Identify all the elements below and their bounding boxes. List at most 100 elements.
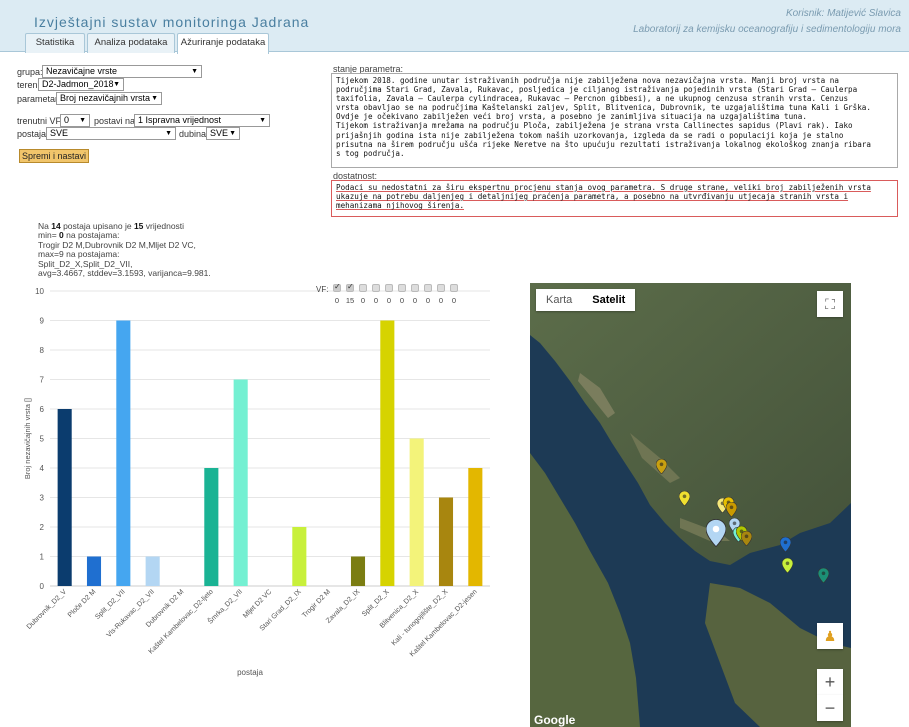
postaja-select[interactable]: SVE ▼ xyxy=(46,127,176,140)
save-button[interactable]: Spremi i nastavi xyxy=(19,149,89,163)
x-tick-label: Mljet D2 VC xyxy=(242,588,273,619)
grupa-select[interactable]: Nezavičajne vrste ▼ xyxy=(42,65,202,78)
vf-count: 0 xyxy=(412,296,418,305)
teren-select[interactable]: D2-Jadmon_2018 ▼ xyxy=(38,78,124,91)
stats-summary: Na 14 postaja upisano je 15 vrijednosti … xyxy=(38,221,211,279)
tab-analiza[interactable]: Analiza podataka xyxy=(87,33,175,53)
dostatnost-textarea[interactable]: Podaci su nedostatni za širu ekspertnu p… xyxy=(331,180,898,217)
vf-count: 0 xyxy=(425,296,431,305)
dostatnost-text-line: Podaci su nedostatni za širu ekspertnu p… xyxy=(336,183,871,192)
postavi-label: postavi na: xyxy=(94,116,138,126)
map-tab-satelit[interactable]: Satelit xyxy=(582,289,635,311)
stats-line-6: avg=3.4667, stddev=3.1593, varijanca=9.9… xyxy=(38,268,211,279)
vf-count: 0 xyxy=(334,296,340,305)
map-marker-icon[interactable] xyxy=(779,536,792,553)
bar-chart: 0 1 2 3 4 5 6 7 8 9 10 Dubrovnik_D2_V Ploče D2 M Spli… xyxy=(10,282,494,689)
chevron-down-icon: ▼ xyxy=(165,130,172,137)
y-tick-label: 0 xyxy=(40,582,45,591)
stanje-text-line: prisutna na širem području ušća rijeke N… xyxy=(336,139,871,149)
google-attribution: Google xyxy=(534,713,576,727)
tab-azuriranje[interactable]: Ažuriranje podataka xyxy=(177,33,269,54)
pegman-icon[interactable]: ♟ xyxy=(817,623,843,649)
stanje-text-line: Ovdje je očekivano zabilježen veći broj … xyxy=(336,112,807,122)
bar xyxy=(145,556,160,586)
stanje-text-line: Tijekom istraživanja mrežama na području… xyxy=(336,121,853,131)
vf-select[interactable]: 0 ▼ xyxy=(60,114,90,127)
teren-label: teren: xyxy=(17,80,41,90)
map-marker-icon[interactable] xyxy=(678,490,691,507)
map-marker-icon[interactable] xyxy=(740,530,753,547)
chevron-down-icon: ▼ xyxy=(229,130,236,137)
bar xyxy=(438,497,454,586)
parametar-value: Broj nezavičajnih vrsta xyxy=(60,93,151,103)
selected-marker-icon[interactable] xyxy=(705,518,727,548)
stanje-textarea[interactable]: Tijekom 2018. godine unutar istraživanih… xyxy=(331,73,898,168)
stanje-text-line: Tijekom 2018. godine unutar istraživanih… xyxy=(336,76,839,85)
vf-checkbox[interactable] xyxy=(398,284,406,292)
chart-svg: 012345678910Dubrovnik_D2_VPloče D2 MSpli… xyxy=(23,287,490,677)
vf-checkbox[interactable] xyxy=(372,284,380,292)
teren-value: D2-Jadmon_2018 xyxy=(42,79,114,89)
bar xyxy=(409,438,424,586)
y-tick-label: 9 xyxy=(40,317,45,326)
vf-label: trenutni VF : xyxy=(17,116,67,126)
vf-checkbox[interactable] xyxy=(385,284,393,292)
map-marker-icon[interactable] xyxy=(725,501,738,518)
x-tick-label: Ploče D2 M xyxy=(67,588,98,619)
map-tab-karta[interactable]: Karta xyxy=(536,289,582,311)
vf-checkbox[interactable] xyxy=(424,284,432,292)
bar xyxy=(468,468,483,586)
vf-checkbox[interactable] xyxy=(450,284,458,292)
stanje-text-line: s tog područja. xyxy=(336,148,405,158)
user-name: Korisnik: Matijević Slavica xyxy=(785,8,901,19)
postavi-select[interactable]: 1 Ispravna vrijednost ▼ xyxy=(134,114,270,127)
bar xyxy=(86,556,102,586)
x-tick-label: Kali - tunogojilište_D2_X xyxy=(391,588,450,647)
chevron-down-icon: ▼ xyxy=(113,81,120,88)
x-axis-title: postaja xyxy=(237,668,263,677)
fullscreen-icon[interactable]: ⛶ xyxy=(817,291,843,317)
vf-checkbox[interactable] xyxy=(411,284,419,292)
bar xyxy=(380,320,395,586)
bar xyxy=(233,379,248,586)
map-marker-icon[interactable] xyxy=(817,567,830,584)
bar xyxy=(350,556,366,586)
dubina-select[interactable]: SVE ▼ xyxy=(206,127,240,140)
vf-value: 0 xyxy=(64,115,70,125)
tab-statistika[interactable]: Statistika xyxy=(25,33,85,53)
zoom-out-button[interactable]: − xyxy=(817,695,843,721)
map-view[interactable]: Karta Satelit ⛶ ♟ + − Google xyxy=(530,283,851,727)
zoom-in-button[interactable]: + xyxy=(817,669,843,695)
y-tick-label: 2 xyxy=(40,523,45,532)
x-tick-label: Split_D2_VII xyxy=(94,588,127,621)
y-tick-label: 10 xyxy=(35,287,44,296)
vf-checkbox[interactable] xyxy=(333,282,341,292)
y-tick-label: 1 xyxy=(40,553,45,562)
bar xyxy=(204,468,219,586)
map-marker-icon[interactable] xyxy=(655,458,668,475)
app-root: Izvještajni sustav monitoringa Jadrana K… xyxy=(0,0,909,727)
vf-checkbox[interactable] xyxy=(359,284,367,292)
postaja-value: SVE xyxy=(50,128,69,138)
parametar-select[interactable]: Broj nezavičajnih vrsta ▼ xyxy=(56,92,162,105)
vf-count: 0 xyxy=(386,296,392,305)
postaja-label: postaja: xyxy=(17,129,49,139)
parametar-label: parametar: xyxy=(17,94,61,104)
dubina-label: dubina: xyxy=(179,129,209,139)
map-type-tabs: Karta Satelit xyxy=(536,289,636,311)
vf-checkbox[interactable] xyxy=(346,282,354,292)
vf-checkbox[interactable] xyxy=(437,284,445,292)
x-tick-label: Split_D2_X xyxy=(361,588,391,618)
chevron-down-icon: ▼ xyxy=(79,117,86,124)
vf-count: 0 xyxy=(438,296,444,305)
dostatnost-text-line: mehanizama njihovog širenja. xyxy=(336,201,465,211)
y-tick-label: 8 xyxy=(40,346,45,355)
y-tick-label: 5 xyxy=(40,435,45,444)
map-marker-icon[interactable] xyxy=(781,557,794,574)
grupa-label: grupa: xyxy=(17,67,43,77)
lab-name: Laboratorij za kemijsku oceanografiju i … xyxy=(633,24,901,35)
vf-count: 0 xyxy=(451,296,457,305)
satellite-map xyxy=(530,283,851,727)
bar xyxy=(57,409,72,586)
app-title: Izvještajni sustav monitoringa Jadrana xyxy=(34,14,310,30)
